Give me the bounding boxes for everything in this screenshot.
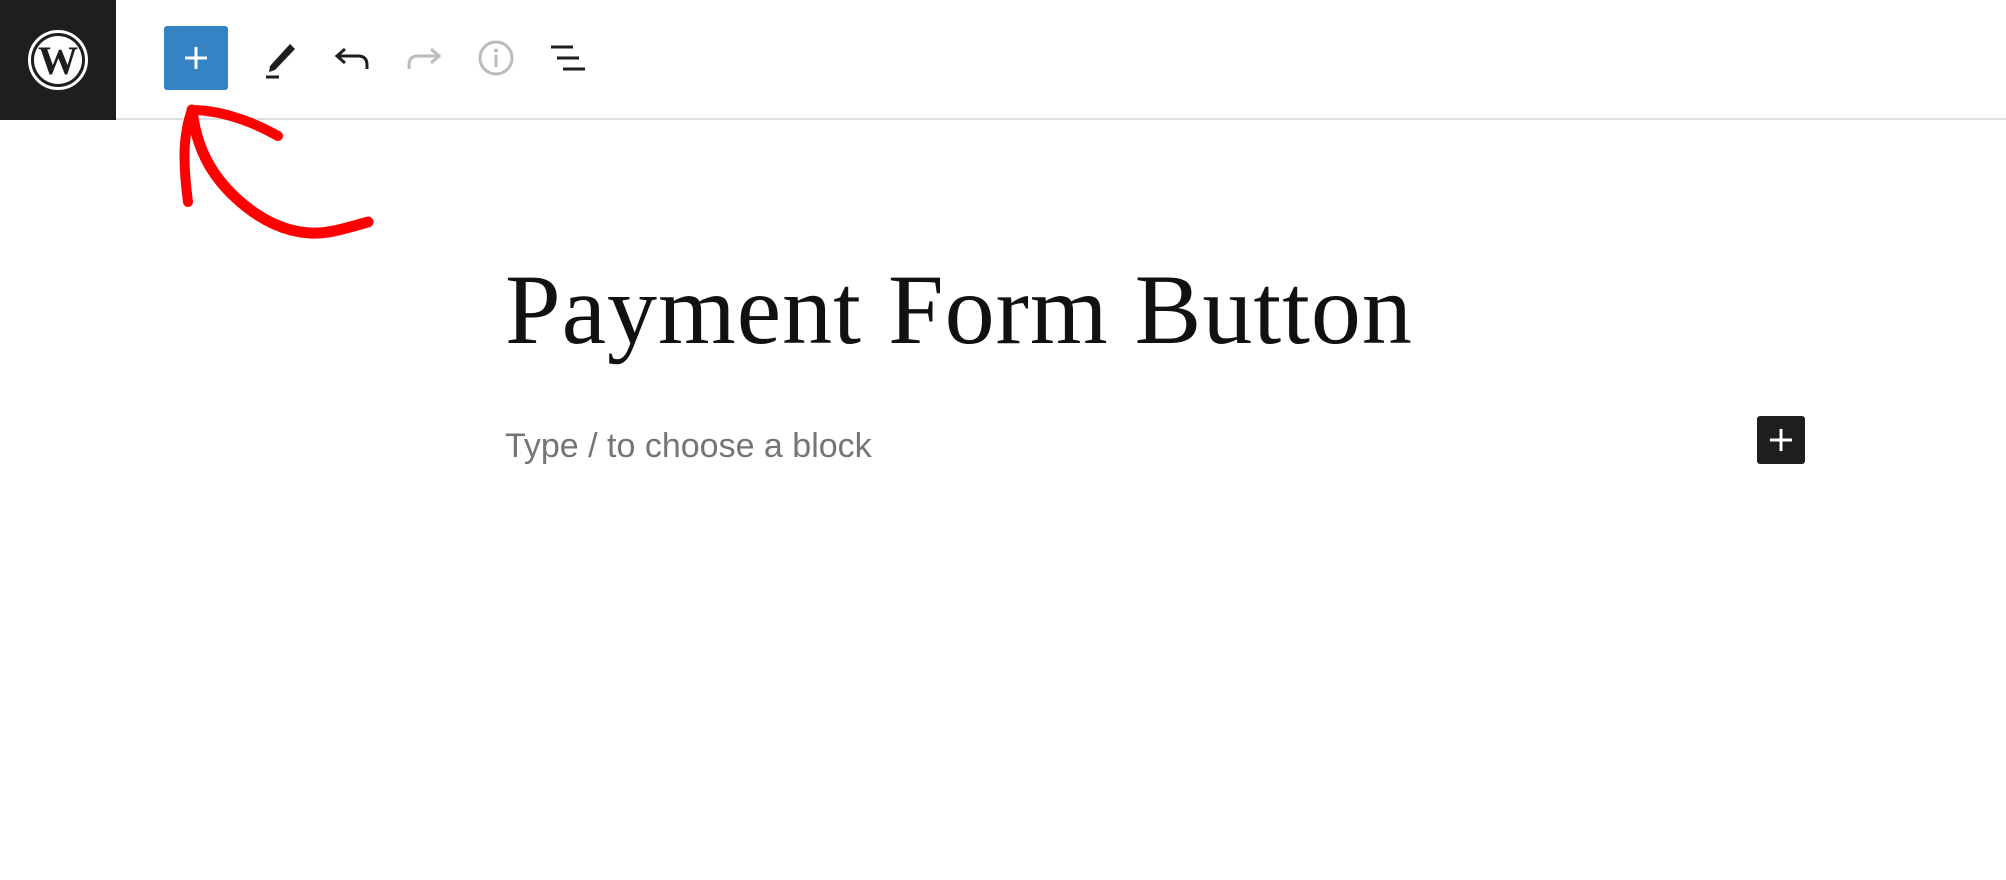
undo-icon: [334, 47, 369, 69]
details-button[interactable]: [464, 26, 528, 90]
wordpress-logo-button[interactable]: W: [0, 0, 116, 120]
undo-button[interactable]: [320, 26, 384, 90]
list-view-icon: [551, 45, 585, 71]
post-title[interactable]: Payment Form Button: [505, 250, 1413, 370]
redo-button[interactable]: [392, 26, 456, 90]
block-appender-placeholder[interactable]: Type / to choose a block: [505, 421, 872, 471]
list-view-button[interactable]: [536, 26, 600, 90]
plus-icon: [185, 47, 207, 69]
info-icon: [478, 40, 514, 76]
plus-icon: [1770, 429, 1792, 451]
pencil-icon: [266, 44, 295, 79]
editor-header: W: [0, 0, 2006, 120]
wordpress-logo-icon: W: [28, 30, 88, 90]
tools-button[interactable]: [248, 26, 312, 90]
annotation-arrow: [179, 104, 374, 239]
add-block-button[interactable]: [1757, 416, 1805, 464]
block-inserter-button[interactable]: [164, 26, 228, 90]
redo-icon: [407, 47, 442, 69]
svg-text:W: W: [38, 38, 78, 83]
